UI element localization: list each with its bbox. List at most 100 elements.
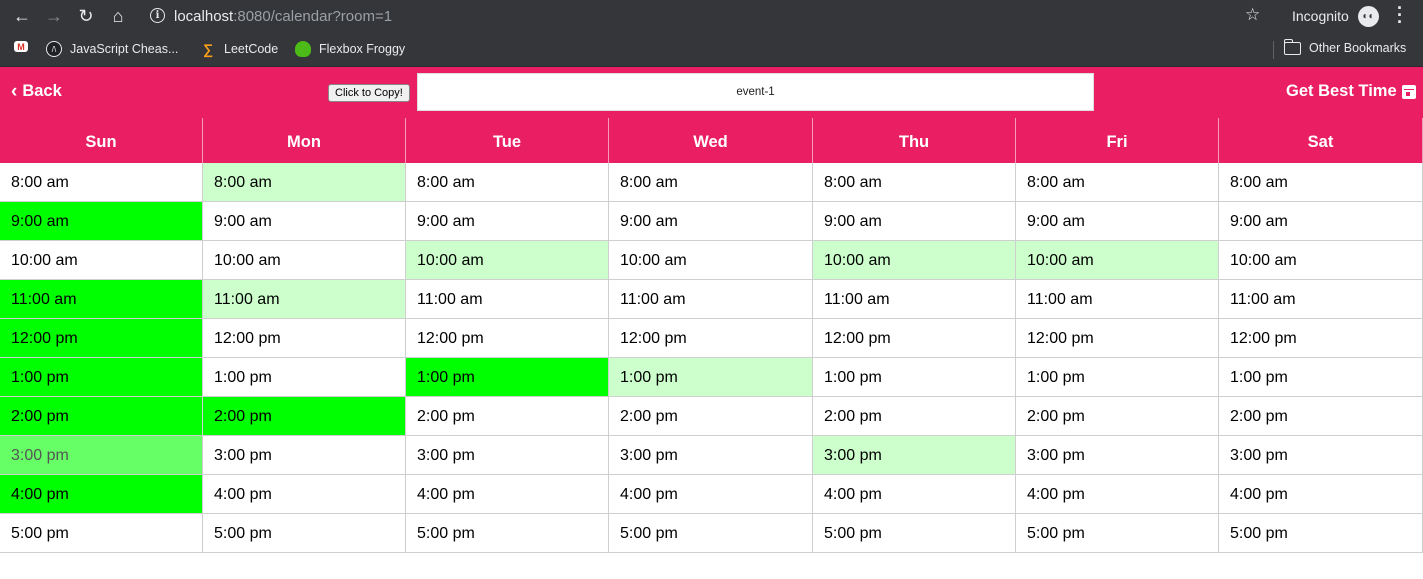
home-icon[interactable]: ⌂ (108, 6, 128, 26)
time-slot-thu[interactable]: 8:00 am (813, 163, 1016, 202)
time-slot-sun[interactable]: 4:00 pm (0, 475, 203, 514)
time-slot-sun[interactable]: 3:00 pm (0, 436, 203, 475)
time-slot-fri[interactable]: 12:00 pm (1016, 319, 1219, 358)
bookmark-gmail[interactable]: M (14, 41, 36, 52)
time-slot-sat[interactable]: 4:00 pm (1219, 475, 1423, 514)
time-slot-thu[interactable]: 5:00 pm (813, 514, 1016, 553)
time-slot-fri[interactable]: 10:00 am (1016, 241, 1219, 280)
time-slot-sat[interactable]: 10:00 am (1219, 241, 1423, 280)
time-slot-sun[interactable]: 9:00 am (0, 202, 203, 241)
time-slot-sun[interactable]: 2:00 pm (0, 397, 203, 436)
time-slot-mon[interactable]: 4:00 pm (203, 475, 406, 514)
time-slot-mon[interactable]: 3:00 pm (203, 436, 406, 475)
time-slot-fri[interactable]: 4:00 pm (1016, 475, 1219, 514)
time-slot-tue[interactable]: 1:00 pm (406, 358, 609, 397)
time-slot-fri[interactable]: 9:00 am (1016, 202, 1219, 241)
reload-icon[interactable]: ↻ (76, 6, 96, 26)
time-slot-thu[interactable]: 11:00 am (813, 280, 1016, 319)
time-slot-fri[interactable]: 2:00 pm (1016, 397, 1219, 436)
time-slot-thu[interactable]: 9:00 am (813, 202, 1016, 241)
time-slot-tue[interactable]: 2:00 pm (406, 397, 609, 436)
time-slot-sat[interactable]: 8:00 am (1219, 163, 1423, 202)
javascript-icon: /\ (46, 41, 62, 57)
time-slot-thu[interactable]: 2:00 pm (813, 397, 1016, 436)
time-slot-fri[interactable]: 1:00 pm (1016, 358, 1219, 397)
bookmark-star-icon[interactable]: ☆ (1245, 5, 1260, 25)
time-slot-sun[interactable]: 5:00 pm (0, 514, 203, 553)
leetcode-icon: ∑ (203, 41, 213, 57)
time-slot-mon[interactable]: 11:00 am (203, 280, 406, 319)
bookmark-javascript-cheatsheet[interactable]: /\ JavaScript Cheas... (46, 41, 178, 57)
bookmarks-bar: M /\ JavaScript Cheas... ∑ LeetCode Flex… (0, 33, 1423, 67)
time-slot-mon[interactable]: 10:00 am (203, 241, 406, 280)
time-slot-fri[interactable]: 8:00 am (1016, 163, 1219, 202)
time-slot-wed[interactable]: 10:00 am (609, 241, 813, 280)
time-slot-tue[interactable]: 9:00 am (406, 202, 609, 241)
time-slot-wed[interactable]: 2:00 pm (609, 397, 813, 436)
time-slot-wed[interactable]: 1:00 pm (609, 358, 813, 397)
time-slot-wed[interactable]: 9:00 am (609, 202, 813, 241)
time-slot-fri[interactable]: 5:00 pm (1016, 514, 1219, 553)
time-slot-wed[interactable]: 12:00 pm (609, 319, 813, 358)
time-slot-sat[interactable]: 12:00 pm (1219, 319, 1423, 358)
address-bar[interactable]: i localhost:8080/calendar?room=1 (140, 3, 1270, 30)
time-slot-tue[interactable]: 3:00 pm (406, 436, 609, 475)
time-slot-fri[interactable]: 11:00 am (1016, 280, 1219, 319)
info-icon[interactable]: i (150, 8, 165, 23)
time-slot-thu[interactable]: 4:00 pm (813, 475, 1016, 514)
time-slot-sun[interactable]: 10:00 am (0, 241, 203, 280)
browser-menu-icon[interactable]: · · · (1395, 0, 1405, 31)
bookmark-leetcode[interactable]: ∑ LeetCode (200, 41, 278, 57)
bookmark-flexbox-froggy[interactable]: Flexbox Froggy (295, 41, 405, 57)
incognito-label: Incognito (1292, 8, 1349, 24)
time-slot-wed[interactable]: 3:00 pm (609, 436, 813, 475)
back-arrow-icon[interactable]: ← (12, 6, 32, 26)
time-slot-wed[interactable]: 8:00 am (609, 163, 813, 202)
time-slot-tue[interactable]: 5:00 pm (406, 514, 609, 553)
day-header-sun: Sun (0, 118, 203, 163)
time-slot-sun[interactable]: 11:00 am (0, 280, 203, 319)
time-slot-wed[interactable]: 5:00 pm (609, 514, 813, 553)
get-best-time-button[interactable]: Get Best Time (1286, 82, 1416, 101)
time-slot-tue[interactable]: 4:00 pm (406, 475, 609, 514)
time-slot-sat[interactable]: 11:00 am (1219, 280, 1423, 319)
copy-button[interactable]: Click to Copy! (328, 84, 410, 102)
time-slot-sat[interactable]: 9:00 am (1219, 202, 1423, 241)
time-slot-mon[interactable]: 1:00 pm (203, 358, 406, 397)
time-slot-mon[interactable]: 2:00 pm (203, 397, 406, 436)
time-slot-mon[interactable]: 5:00 pm (203, 514, 406, 553)
time-slot-wed[interactable]: 4:00 pm (609, 475, 813, 514)
incognito-icon[interactable]: ◐◐ (1358, 6, 1379, 27)
time-slot-mon[interactable]: 9:00 am (203, 202, 406, 241)
time-slot-thu[interactable]: 12:00 pm (813, 319, 1016, 358)
time-slot-tue[interactable]: 10:00 am (406, 241, 609, 280)
time-slot-fri[interactable]: 3:00 pm (1016, 436, 1219, 475)
time-slot-thu[interactable]: 1:00 pm (813, 358, 1016, 397)
time-slot-tue[interactable]: 11:00 am (406, 280, 609, 319)
time-slot-thu[interactable]: 10:00 am (813, 241, 1016, 280)
time-slot-wed[interactable]: 11:00 am (609, 280, 813, 319)
back-button[interactable]: ‹ Back (11, 82, 62, 101)
time-slot-sun[interactable]: 12:00 pm (0, 319, 203, 358)
time-slot-mon[interactable]: 8:00 am (203, 163, 406, 202)
folder-icon (1283, 38, 1301, 55)
time-slot-tue[interactable]: 8:00 am (406, 163, 609, 202)
url-text[interactable]: localhost:8080/calendar?room=1 (174, 8, 392, 25)
app-header: ‹ Back Click to Copy! event-1 Get Best T… (0, 67, 1423, 118)
time-slot-mon[interactable]: 12:00 pm (203, 319, 406, 358)
other-bookmarks[interactable]: Other Bookmarks (1283, 38, 1406, 55)
time-slot-sun[interactable]: 8:00 am (0, 163, 203, 202)
day-header-mon: Mon (203, 118, 406, 163)
time-slot-sat[interactable]: 5:00 pm (1219, 514, 1423, 553)
frog-icon (295, 41, 311, 57)
time-slot-thu[interactable]: 3:00 pm (813, 436, 1016, 475)
time-slot-sat[interactable]: 1:00 pm (1219, 358, 1423, 397)
time-slot-sat[interactable]: 2:00 pm (1219, 397, 1423, 436)
forward-arrow-icon[interactable]: → (44, 6, 64, 26)
time-slot-tue[interactable]: 12:00 pm (406, 319, 609, 358)
time-slot-sat[interactable]: 3:00 pm (1219, 436, 1423, 475)
time-slot-sun[interactable]: 1:00 pm (0, 358, 203, 397)
room-name-field[interactable]: event-1 (417, 73, 1094, 111)
day-header-fri: Fri (1016, 118, 1219, 163)
browser-toolbar: ← → ↻ ⌂ i localhost:8080/calendar?room=1… (0, 0, 1423, 33)
